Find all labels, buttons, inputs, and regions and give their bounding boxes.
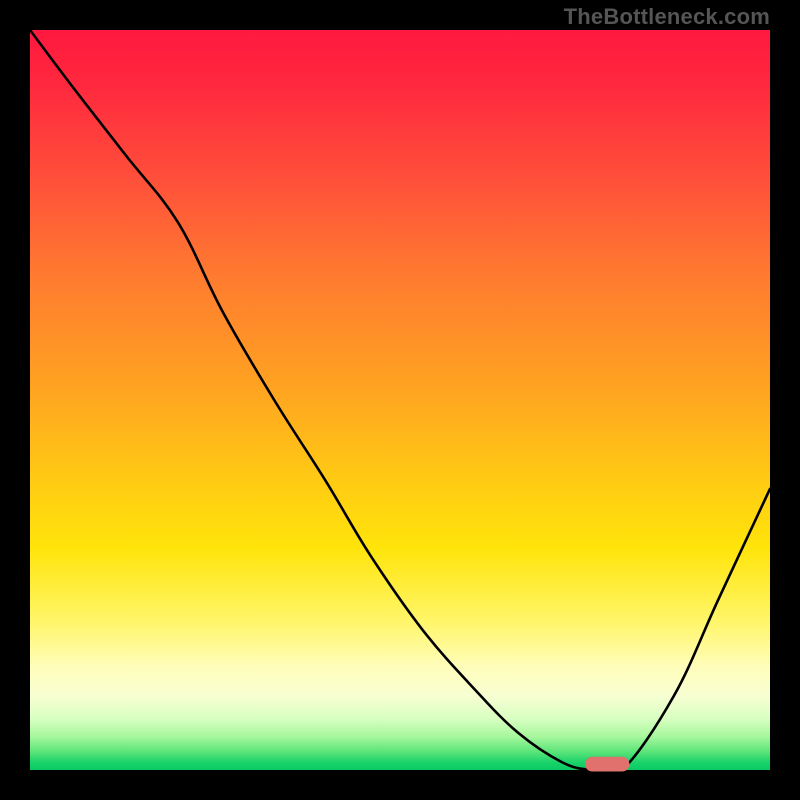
plot-area bbox=[30, 30, 770, 770]
bottleneck-curve bbox=[30, 30, 770, 776]
chart-frame: TheBottleneck.com bbox=[0, 0, 800, 800]
curve-overlay bbox=[30, 30, 770, 770]
watermark-text: TheBottleneck.com bbox=[564, 4, 770, 30]
optimum-marker bbox=[585, 757, 629, 772]
